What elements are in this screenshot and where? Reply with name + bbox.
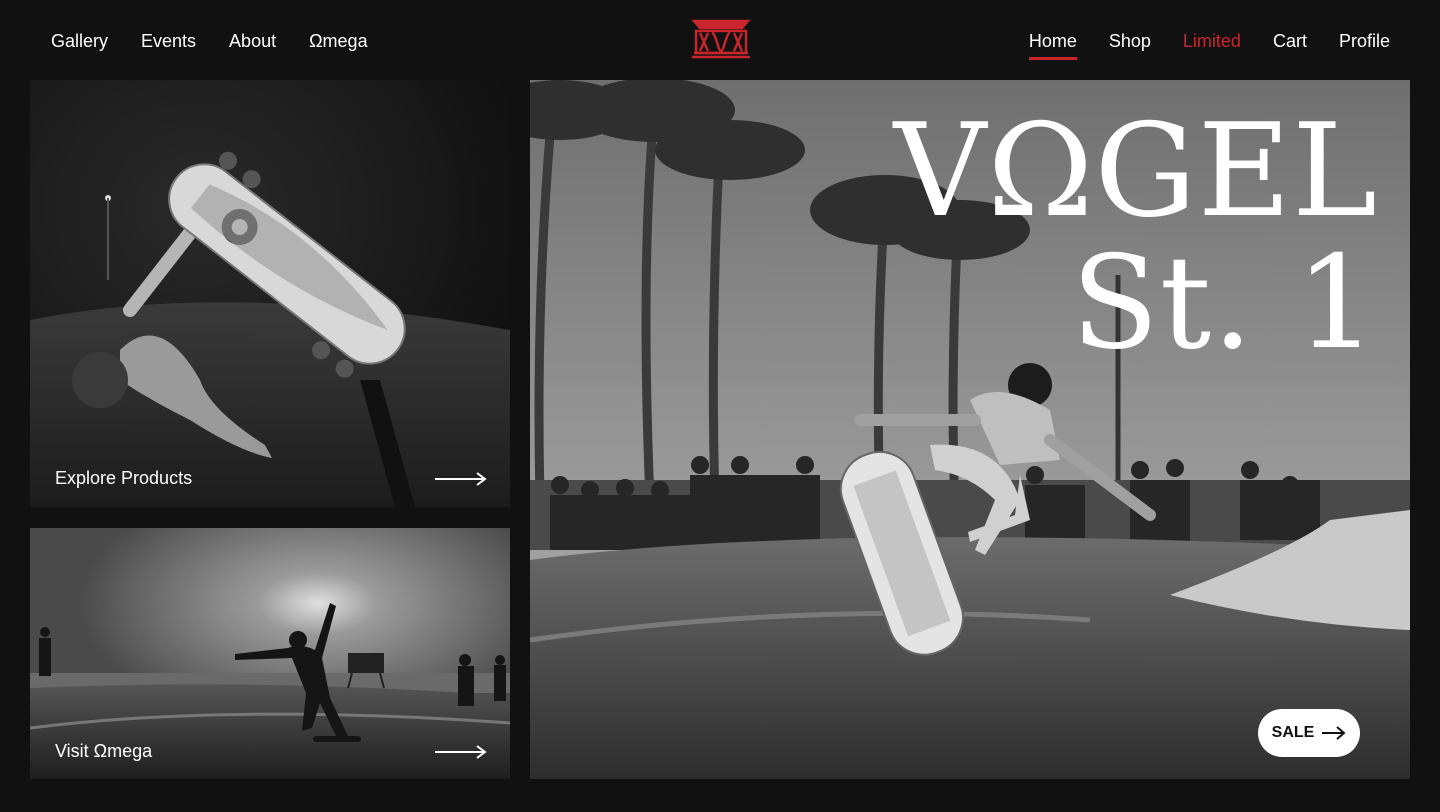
long-arrow-right-icon[interactable] bbox=[435, 472, 487, 486]
nav-events[interactable]: Events bbox=[141, 29, 196, 53]
skater-handplant-photo bbox=[30, 80, 510, 507]
nav-cart[interactable]: Cart bbox=[1273, 29, 1307, 53]
nav-about[interactable]: About bbox=[229, 29, 276, 53]
hero-title-line-2: St. 1 bbox=[1071, 229, 1378, 378]
nav-profile[interactable]: Profile bbox=[1339, 29, 1390, 53]
visit-omega-label[interactable]: Visit Ωmega bbox=[55, 741, 152, 762]
nav-omega[interactable]: Ωmega bbox=[309, 29, 367, 53]
visit-omega-card[interactable]: Visit Ωmega bbox=[30, 528, 510, 779]
nav-home[interactable]: Home bbox=[1028, 29, 1077, 60]
sale-button[interactable]: SALE bbox=[1258, 709, 1360, 757]
nav-right-group: Home Shop Limited Cart Profile bbox=[997, 29, 1390, 60]
sale-label: SALE bbox=[1271, 724, 1315, 741]
top-navigation: Gallery Events About Ωmega Home Shop Lim… bbox=[0, 0, 1440, 80]
hero-title-line-1: VΩGEL bbox=[893, 97, 1378, 246]
nav-left-group: Gallery Events About Ωmega bbox=[51, 29, 401, 53]
arrow-right-icon bbox=[1322, 726, 1346, 740]
nav-shop[interactable]: Shop bbox=[1109, 29, 1151, 53]
temple-logo-icon[interactable] bbox=[690, 19, 752, 61]
explore-products-card[interactable]: Explore Products bbox=[30, 80, 510, 507]
nav-gallery[interactable]: Gallery bbox=[51, 29, 108, 53]
hero-banner: VΩGEL St. 1 SALE bbox=[530, 80, 1410, 779]
explore-products-label[interactable]: Explore Products bbox=[55, 468, 192, 489]
long-arrow-right-icon[interactable] bbox=[435, 745, 487, 759]
nav-limited[interactable]: Limited bbox=[1183, 29, 1241, 53]
